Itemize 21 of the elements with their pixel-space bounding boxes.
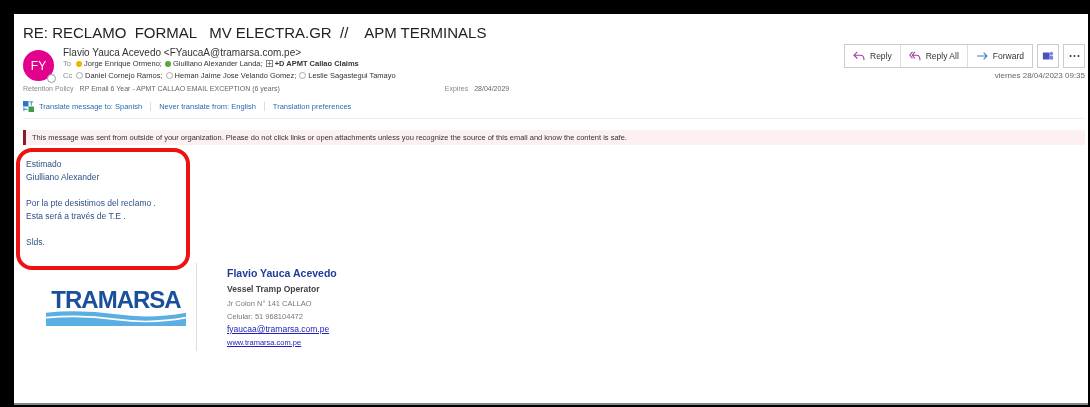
signature-name: Flavio Yauca Acevedo [227, 266, 337, 281]
teams-icon [1042, 50, 1054, 62]
body-text: Estimado [26, 159, 62, 169]
body-text: Slds. [26, 237, 45, 247]
translate-icon [23, 100, 34, 112]
email-link[interactable]: fyaucaa@tramarsa.com.pe [227, 324, 330, 334]
tramarsa-logo: TRAMARSA [45, 263, 187, 351]
reply-icon [853, 51, 865, 61]
sender-avatar: FY [23, 50, 54, 81]
body-text: Giulliano Alexander [26, 172, 100, 182]
teams-button[interactable] [1037, 44, 1059, 68]
body-text: Esta será a través de T.E . [26, 211, 126, 221]
group-icon [265, 60, 273, 67]
sender-name: Flavio Yauca Acevedo <FYaucaA@tramarsa.com.pe> [63, 47, 302, 58]
forward-icon [975, 51, 988, 61]
more-icon [1068, 54, 1080, 58]
body-text: Por la pte desistimos del reclamo . [26, 198, 156, 208]
signature-title: Vessel Tramp Operator [227, 283, 321, 296]
reply-all-icon [908, 51, 921, 61]
email-subject: RE: RECLAMO FORMAL MV ELECTRA.GR // APM TERMINALS [23, 24, 487, 41]
sent-date: viernes 28/04/2023 09:35 [994, 71, 1085, 80]
